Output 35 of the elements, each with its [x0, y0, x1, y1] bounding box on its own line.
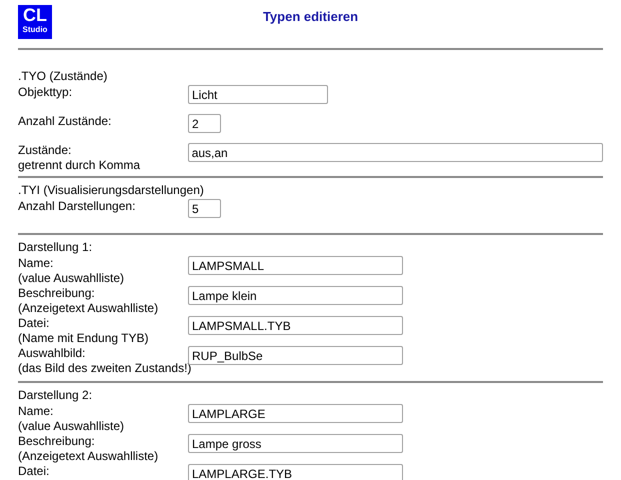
text-field[interactable]: Licht	[188, 85, 328, 104]
text-field[interactable]: LAMPLARGE.TYB	[188, 464, 403, 480]
section-heading: .TYI (Visualisierungsdarstellungen)	[18, 183, 205, 199]
text-field[interactable]: LAMPSMALL	[188, 256, 403, 275]
field-label: Objekttyp:	[18, 85, 74, 100]
field-label: Name:	[18, 404, 54, 419]
text-field[interactable]: 5	[188, 199, 221, 218]
logo-text: CL	[23, 5, 47, 25]
field-note: (Anzeigetext Auswahlliste)	[18, 449, 160, 464]
text-field[interactable]: RUP_BulbSe	[188, 346, 403, 365]
field-note: (Anzeigetext Auswahlliste)	[18, 301, 160, 316]
field-label: Zustände:	[18, 143, 72, 158]
section-heading: .TYO (Zustände)	[18, 69, 108, 85]
text-field[interactable]: 2	[188, 114, 221, 133]
field-label: Anzahl Zustände:	[18, 114, 112, 129]
page-title: Typen editieren	[262, 8, 358, 26]
field-label: Datei:	[18, 464, 50, 479]
section-heading: Darstellung 1:	[18, 240, 94, 256]
logo-subtext: Studio	[22, 25, 48, 35]
field-label: Beschreibung:	[18, 286, 96, 301]
text-field[interactable]: LAMPSMALL.TYB	[188, 316, 403, 335]
field-note: (value Auswahlliste)	[18, 419, 126, 434]
field-label: Anzahl Darstellungen:	[18, 199, 136, 214]
text-field[interactable]: Lampe klein	[188, 286, 403, 305]
field-note: (Name mit Endung TYB)	[18, 331, 150, 346]
field-label: Auswahlbild:	[18, 346, 86, 361]
section-heading: Darstellung 2:	[18, 388, 94, 404]
field-label: Datei:	[18, 316, 50, 331]
field-label: Name:	[18, 256, 54, 271]
text-field[interactable]: LAMPLARGE	[188, 404, 403, 423]
field-note: getrennt durch Komma	[18, 158, 142, 173]
text-field[interactable]: Lampe gross	[188, 434, 403, 453]
text-field[interactable]: aus,an	[188, 143, 603, 162]
field-note: (value Auswahlliste)	[18, 271, 126, 286]
field-label: Beschreibung:	[18, 434, 96, 449]
